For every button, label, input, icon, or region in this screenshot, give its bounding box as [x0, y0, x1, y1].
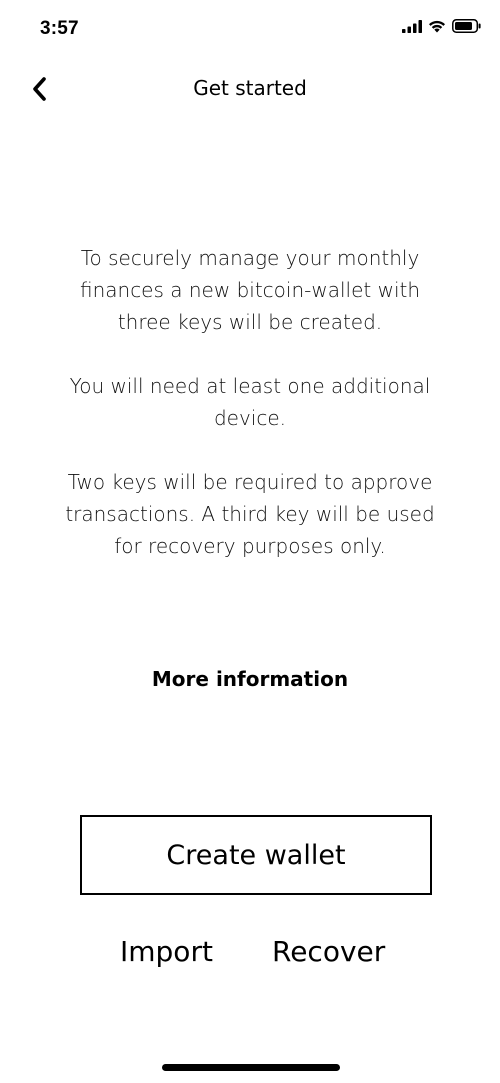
intro-paragraph-2: You will need at least one additional de… [69, 374, 431, 430]
home-indicator[interactable] [162, 1064, 340, 1071]
signal-icon [402, 19, 422, 33]
status-icons [402, 19, 482, 33]
battery-icon [452, 19, 481, 33]
status-bar: 3:57 [0, 0, 500, 60]
intro-paragraph-3: Two keys will be required to approve tra… [65, 470, 435, 558]
intro-text: To securely manage your monthly finances… [60, 242, 440, 594]
more-information-link[interactable]: More information [0, 667, 500, 691]
recover-button[interactable]: Recover [272, 935, 385, 968]
secondary-actions: Import Recover [0, 935, 500, 975]
page-title: Get started [193, 76, 307, 100]
intro-paragraph-1: To securely manage your monthly finances… [79, 246, 421, 334]
wifi-icon [429, 20, 445, 33]
status-time: 3:57 [40, 18, 79, 39]
create-wallet-button[interactable]: Create wallet [80, 815, 432, 895]
nav-bar: Get started [0, 64, 500, 114]
import-button[interactable]: Import [120, 935, 213, 968]
